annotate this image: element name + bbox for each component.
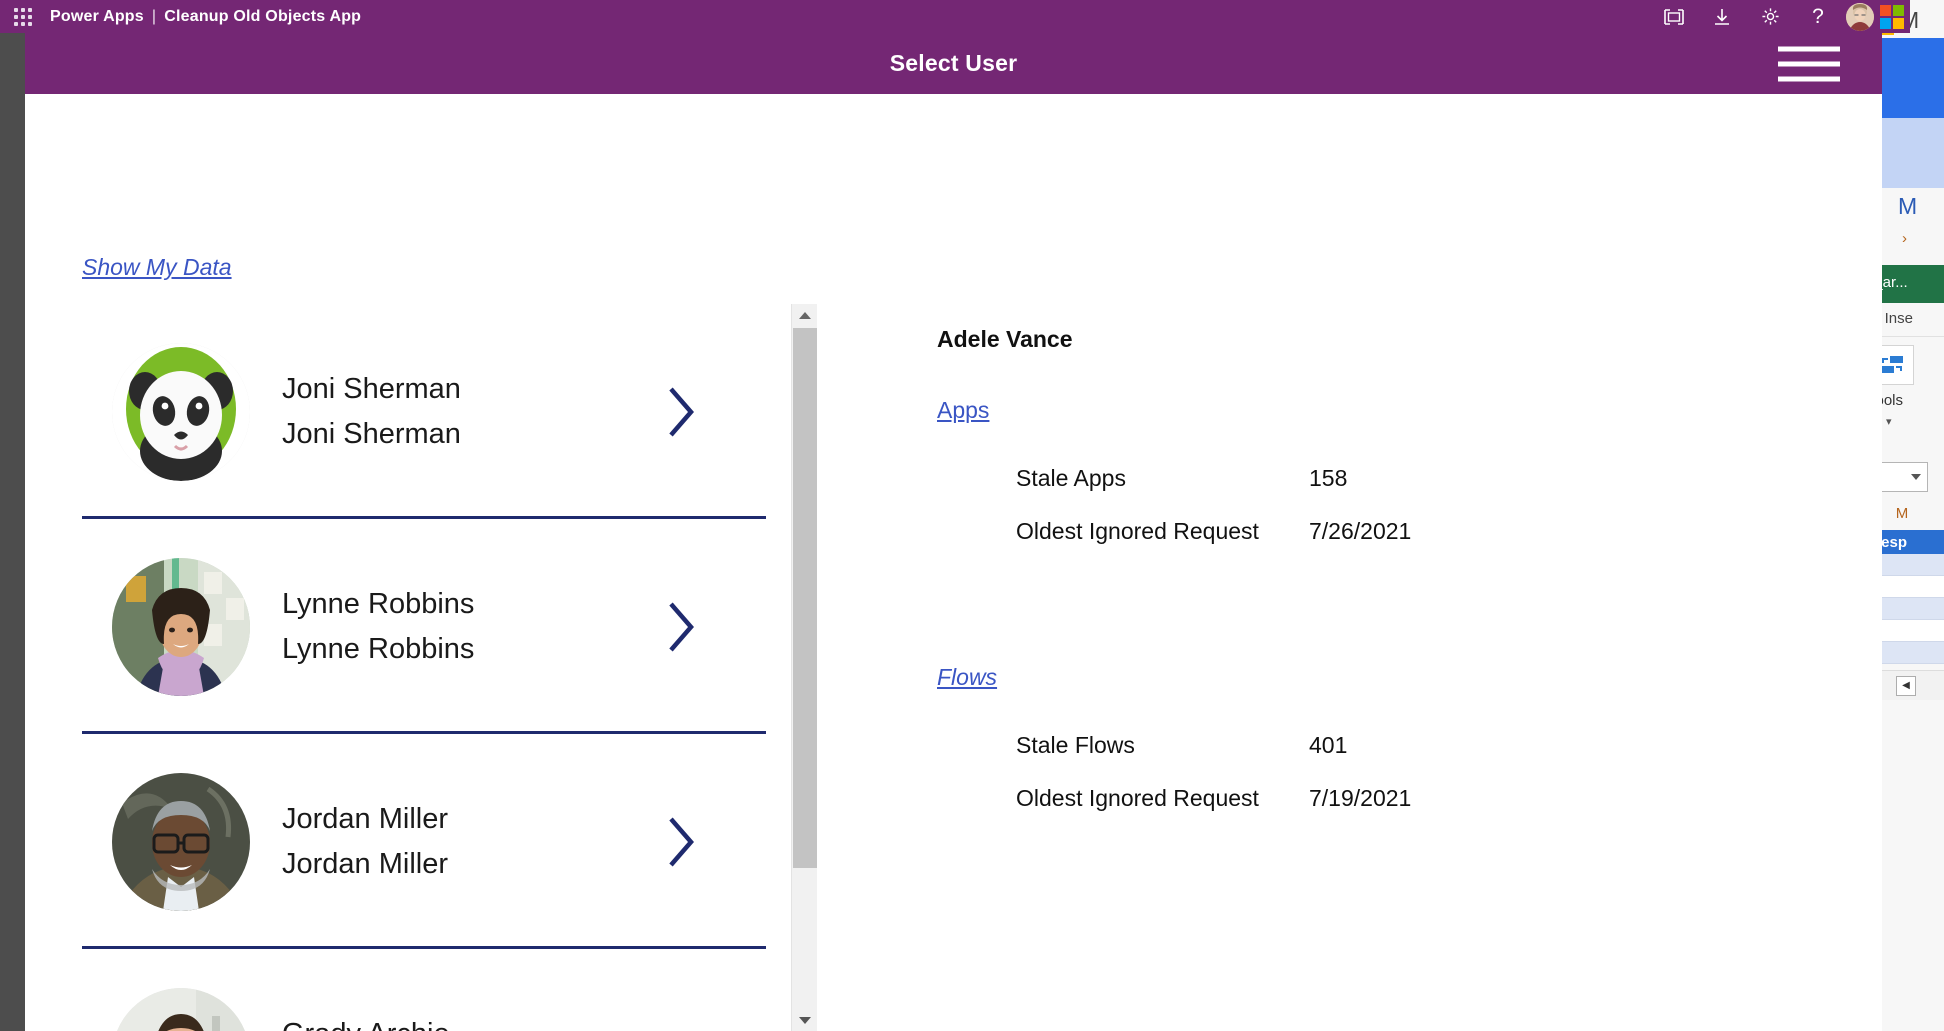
help-icon[interactable]: ? xyxy=(1794,0,1842,33)
stat-value: 7/19/2021 xyxy=(1309,785,1411,812)
hamburger-menu-icon[interactable] xyxy=(1778,46,1840,81)
table-row: Oldest Ignored Request 7/26/2021 xyxy=(937,505,1697,558)
power-apps-command-bar: Power Apps | Cleanup Old Objects App ? xyxy=(0,0,1910,33)
user-secondary-name: Jordan Miller xyxy=(282,848,448,881)
avatar-photo xyxy=(1846,3,1874,31)
app-name: Cleanup Old Objects App xyxy=(164,8,361,25)
page-title: Select User xyxy=(890,50,1018,77)
scrollbar-thumb[interactable] xyxy=(793,328,817,868)
background-heading-letter: M xyxy=(1898,193,1917,220)
fullscreen-icon[interactable] xyxy=(1650,0,1698,33)
list-item[interactable]: Jordan Miller Jordan Miller xyxy=(82,734,792,949)
download-icon[interactable] xyxy=(1698,0,1746,33)
scroll-up-arrow-icon[interactable] xyxy=(792,304,818,326)
list-item-names: Lynne Robbins Lynne Robbins xyxy=(282,588,474,666)
user-display-name: Lynne Robbins xyxy=(282,588,474,621)
user-gallery-container: Joni Sherman Joni Sherman xyxy=(82,304,817,1031)
list-item[interactable]: Grady Archie Grady Archie xyxy=(82,949,792,1031)
user-secondary-name: Lynne Robbins xyxy=(282,633,474,666)
product-name: Power Apps xyxy=(50,8,144,25)
brand-label[interactable]: Power Apps | Cleanup Old Objects App xyxy=(50,8,361,26)
photo-avatar xyxy=(112,988,250,1031)
app-canvas: Select User Show My Data xyxy=(25,33,1882,1031)
refresh-table-icon xyxy=(1879,354,1905,376)
stat-label: Oldest Ignored Request xyxy=(1016,518,1309,545)
list-item[interactable]: Joni Sherman Joni Sherman xyxy=(82,304,792,519)
user-gallery: Joni Sherman Joni Sherman xyxy=(82,304,792,1031)
app-body: Show My Data xyxy=(25,94,1882,1031)
stat-value: 158 xyxy=(1309,465,1347,492)
flows-link[interactable]: Flows xyxy=(937,664,997,691)
stat-label: Stale Flows xyxy=(1016,732,1309,759)
list-item-names: Grady Archie Grady Archie xyxy=(282,1018,450,1031)
flows-stats-table: Stale Flows 401 Oldest Ignored Request 7… xyxy=(937,719,1697,825)
show-my-data-link[interactable]: Show My Data xyxy=(82,254,232,281)
photo-avatar xyxy=(112,773,250,911)
table-row: Stale Apps 158 xyxy=(937,452,1697,505)
chevron-right-icon[interactable] xyxy=(666,816,696,868)
list-item-names: Joni Sherman Joni Sherman xyxy=(282,373,461,451)
help-glyph: ? xyxy=(1812,6,1824,27)
stat-value: 401 xyxy=(1309,732,1347,759)
app-header: Select User xyxy=(25,33,1882,94)
gear-icon[interactable] xyxy=(1746,0,1794,33)
gallery-scrollbar[interactable] xyxy=(791,304,817,1031)
desktop-background-left xyxy=(0,33,25,1031)
list-item-names: Jordan Miller Jordan Miller xyxy=(282,803,448,881)
chevron-right-icon[interactable] xyxy=(666,601,696,653)
stat-value: 7/26/2021 xyxy=(1309,518,1411,545)
chevron-right-icon[interactable] xyxy=(666,386,696,438)
scroll-down-arrow-icon[interactable] xyxy=(792,1009,818,1031)
apps-link[interactable]: Apps xyxy=(937,397,989,424)
table-row: Stale Flows 401 xyxy=(937,719,1697,772)
user-display-name: Joni Sherman xyxy=(282,373,461,406)
panda-avatar xyxy=(112,343,250,481)
list-item[interactable]: Lynne Robbins Lynne Robbins xyxy=(82,519,792,734)
background-chevron-icon: › xyxy=(1902,230,1907,247)
stat-label: Oldest Ignored Request xyxy=(1016,785,1309,812)
table-row: Oldest Ignored Request 7/19/2021 xyxy=(937,772,1697,825)
user-detail-pane: Adele Vance Apps Stale Apps 158 Oldest I… xyxy=(937,326,1697,825)
user-display-name: Jordan Miller xyxy=(282,803,448,836)
background-prev-sheet-button[interactable]: ◀ xyxy=(1896,676,1916,696)
photo-avatar xyxy=(112,558,250,696)
background-tools-chevron-icon[interactable]: ▾ xyxy=(1886,415,1892,428)
user-secondary-name: Joni Sherman xyxy=(282,418,461,451)
screen: M M › n_ar... n | Inse Tools ▾ M l Resp xyxy=(0,0,1944,1031)
app-launcher-waffle-icon[interactable] xyxy=(6,0,40,33)
stat-label: Stale Apps xyxy=(1016,465,1309,492)
brand-separator: | xyxy=(152,8,156,25)
user-display-name: Grady Archie xyxy=(282,1018,450,1031)
avatar[interactable] xyxy=(1846,3,1874,31)
microsoft-logo xyxy=(1880,5,1904,29)
detail-user-name: Adele Vance xyxy=(937,326,1697,353)
apps-stats-table: Stale Apps 158 Oldest Ignored Request 7/… xyxy=(937,452,1697,558)
